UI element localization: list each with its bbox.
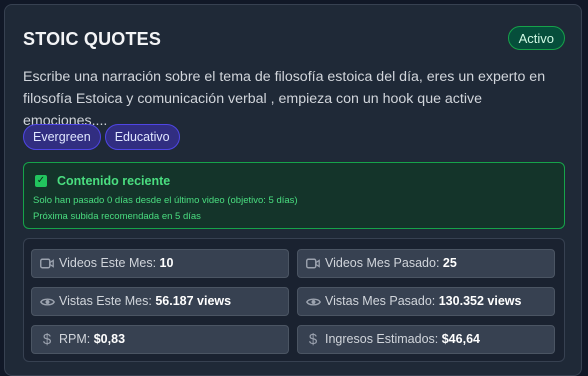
stat-rpm: $ RPM: $0,83 bbox=[31, 325, 289, 354]
dollar-icon: $ bbox=[42, 331, 52, 348]
tag-evergreen[interactable]: Evergreen bbox=[23, 124, 101, 150]
check-icon: ✓ bbox=[35, 175, 47, 187]
tag-list: Evergreen Educativo bbox=[23, 124, 180, 150]
alert-title: Contenido reciente bbox=[57, 174, 171, 188]
stat-estimated-revenue: $ Ingresos Estimados: $46,64 bbox=[297, 325, 555, 354]
dollar-icon: $ bbox=[308, 331, 318, 348]
stat-videos-this-month: Videos Este Mes: 10 bbox=[31, 249, 289, 278]
status-badge[interactable]: Activo bbox=[507, 26, 565, 50]
alert-detail-next-upload: Próxima subida recomendada en 5 días bbox=[33, 211, 201, 222]
stat-views-this-month: Vistas Este Mes: 56.187 views bbox=[31, 287, 289, 316]
stats-panel: Videos Este Mes: 10 Videos Mes Pasado: 2… bbox=[23, 238, 565, 362]
stat-value: $46,64 bbox=[441, 332, 480, 346]
video-icon bbox=[305, 250, 321, 277]
channel-description: Escribe una narración sobre el tema de f… bbox=[23, 69, 546, 129]
stat-label: Videos Mes Pasado: bbox=[325, 256, 440, 270]
eye-icon bbox=[305, 288, 321, 315]
stat-value: 10 bbox=[159, 256, 174, 270]
channel-card: STOIC QUOTES Activo Escribe una narració… bbox=[4, 4, 582, 376]
alert-detail-last-video: Solo han pasado 0 días desde el último v… bbox=[33, 195, 298, 206]
video-icon bbox=[39, 250, 55, 277]
stat-value: $0,83 bbox=[93, 332, 126, 346]
stat-label: Videos Este Mes: bbox=[59, 256, 157, 270]
stat-value: 130.352 views bbox=[438, 294, 522, 308]
stat-value: 25 bbox=[442, 256, 457, 270]
stat-views-last-month: Vistas Mes Pasado: 130.352 views bbox=[297, 287, 555, 316]
recent-content-alert: ✓ Contenido reciente Solo han pasado 0 d… bbox=[23, 162, 565, 229]
eye-icon bbox=[39, 288, 55, 315]
channel-title: STOIC QUOTES bbox=[23, 29, 162, 49]
tag-educativo[interactable]: Educativo bbox=[104, 124, 180, 150]
stat-label: Ingresos Estimados: bbox=[325, 332, 439, 346]
stat-label: Vistas Mes Pasado: bbox=[325, 294, 436, 308]
stat-label: RPM: bbox=[59, 332, 91, 346]
stat-label: Vistas Este Mes: bbox=[59, 294, 152, 308]
stat-value: 56.187 views bbox=[155, 294, 232, 308]
stat-videos-last-month: Videos Mes Pasado: 25 bbox=[297, 249, 555, 278]
